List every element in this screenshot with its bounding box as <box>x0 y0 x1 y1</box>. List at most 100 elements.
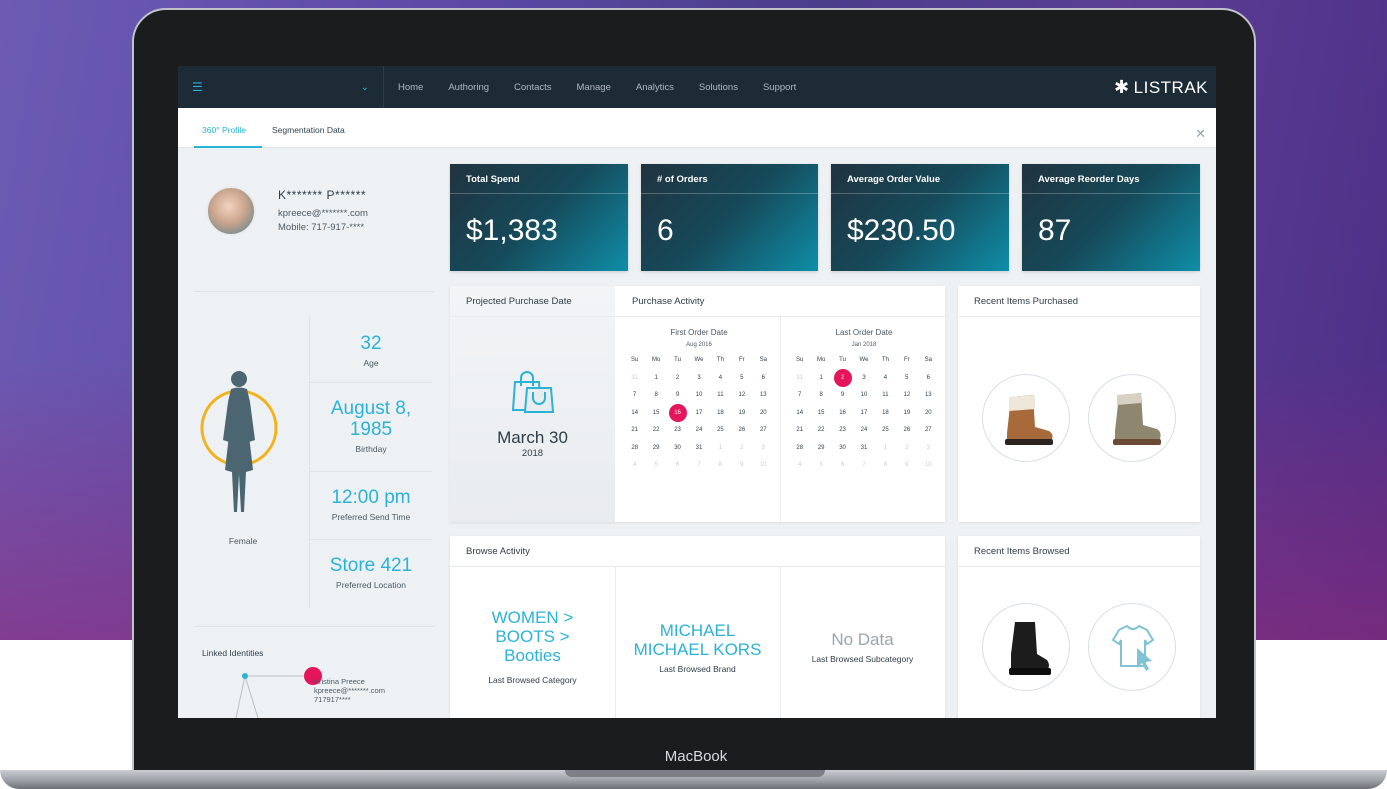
calendar-day[interactable]: 1 <box>810 374 831 383</box>
nav-authoring[interactable]: Authoring <box>448 82 489 93</box>
calendar-day[interactable]: 9 <box>896 461 917 470</box>
calendar-day[interactable]: 10 <box>918 461 939 470</box>
calendar-day[interactable]: 9 <box>731 461 752 470</box>
calendar-day[interactable]: 15 <box>810 409 831 418</box>
calendar-day[interactable]: 26 <box>731 426 752 435</box>
calendar-day[interactable]: 31 <box>624 374 645 383</box>
calendar-day[interactable]: 31 <box>853 444 874 453</box>
calendar-day[interactable]: 7 <box>688 461 709 470</box>
calendar-day[interactable]: 4 <box>710 374 731 383</box>
calendar-day[interactable]: 6 <box>753 374 774 383</box>
calendar-day[interactable]: 24 <box>853 426 874 435</box>
nav-contacts[interactable]: Contacts <box>514 82 552 93</box>
calendar-day[interactable]: 19 <box>731 409 752 418</box>
calendar-day[interactable]: 7 <box>624 391 645 400</box>
browsed-item[interactable] <box>1088 603 1176 691</box>
calendar-day[interactable]: 9 <box>667 391 688 400</box>
calendar-day[interactable]: 16 <box>832 409 853 418</box>
calendar-day[interactable]: 14 <box>789 409 810 418</box>
purchased-item[interactable] <box>1088 374 1176 462</box>
calendar-day[interactable]: 27 <box>918 426 939 435</box>
calendar-day[interactable]: 5 <box>810 461 831 470</box>
calendar-day[interactable]: 14 <box>624 409 645 418</box>
nav-support[interactable]: Support <box>763 82 796 93</box>
calendar-day[interactable]: 17 <box>853 409 874 418</box>
calendar-day[interactable]: 12 <box>731 391 752 400</box>
calendar-day[interactable]: 23 <box>832 426 853 435</box>
calendar-day[interactable]: 8 <box>875 461 896 470</box>
calendar-day[interactable]: 11 <box>875 391 896 400</box>
calendar-day[interactable]: 29 <box>810 444 831 453</box>
calendar-day[interactable]: 30 <box>832 444 853 453</box>
calendar-day[interactable]: 3 <box>918 444 939 453</box>
calendar-day[interactable]: 10 <box>753 461 774 470</box>
calendar-day[interactable]: 2 <box>667 374 688 383</box>
calendar-day[interactable]: 6 <box>832 461 853 470</box>
calendar-day[interactable]: 8 <box>710 461 731 470</box>
calendar-day[interactable]: 18 <box>875 409 896 418</box>
calendar-day[interactable]: 3 <box>753 444 774 453</box>
calendar-day[interactable]: 2 <box>896 444 917 453</box>
calendar-day[interactable]: 1 <box>875 444 896 453</box>
calendar-day[interactable]: 3 <box>853 374 874 383</box>
purchased-item[interactable] <box>982 374 1070 462</box>
calendar-day[interactable]: 30 <box>667 444 688 453</box>
nav-analytics[interactable]: Analytics <box>636 82 674 93</box>
chevron-down-icon[interactable]: ⌄ <box>361 82 369 93</box>
calendar-day[interactable]: 28 <box>624 444 645 453</box>
calendar-day[interactable]: 21 <box>789 426 810 435</box>
calendar-day[interactable]: 29 <box>645 444 666 453</box>
calendar-day[interactable]: 13 <box>918 391 939 400</box>
calendar-day[interactable]: 5 <box>731 374 752 383</box>
calendar-day[interactable]: 12 <box>896 391 917 400</box>
nav-home[interactable]: Home <box>398 82 423 93</box>
calendar-day[interactable]: 7 <box>789 391 810 400</box>
calendar-day[interactable]: 8 <box>810 391 831 400</box>
calendar-day[interactable]: 22 <box>645 426 666 435</box>
calendar-day[interactable]: 3 <box>688 374 709 383</box>
calendar-day[interactable]: 1 <box>710 444 731 453</box>
calendar-day[interactable]: 19 <box>896 409 917 418</box>
highlighted-date[interactable]: 16 <box>667 404 688 422</box>
linked-identity[interactable]: Kristina Preece kpreece@*******.com 7179… <box>314 677 385 704</box>
calendar-day[interactable]: 27 <box>753 426 774 435</box>
tab-segmentation-data[interactable]: Segmentation Data <box>272 125 345 135</box>
calendar-day[interactable]: 7 <box>853 461 874 470</box>
calendar-day[interactable]: 24 <box>688 426 709 435</box>
calendar-day[interactable]: 23 <box>667 426 688 435</box>
close-icon[interactable]: ✕ <box>1195 126 1206 142</box>
calendar-day[interactable]: 31 <box>789 374 810 383</box>
calendar-day[interactable]: 25 <box>875 426 896 435</box>
calendar-day[interactable]: 18 <box>710 409 731 418</box>
calendar-day[interactable]: 6 <box>918 374 939 383</box>
calendar-day[interactable]: 15 <box>645 409 666 418</box>
calendar-day[interactable]: 2 <box>731 444 752 453</box>
calendar-day[interactable]: 10 <box>853 391 874 400</box>
calendar-day[interactable]: 20 <box>753 409 774 418</box>
calendar-day[interactable]: 20 <box>918 409 939 418</box>
calendar-day[interactable]: 8 <box>645 391 666 400</box>
nav-manage[interactable]: Manage <box>577 82 611 93</box>
menu-toggle[interactable]: ☰ ⌄ <box>178 66 384 108</box>
calendar-day[interactable]: 4 <box>789 461 810 470</box>
calendar-day[interactable]: 5 <box>896 374 917 383</box>
calendar-day[interactable]: 10 <box>688 391 709 400</box>
calendar-day[interactable]: 4 <box>624 461 645 470</box>
calendar-day[interactable]: 31 <box>688 444 709 453</box>
browsed-item[interactable] <box>982 603 1070 691</box>
calendar-day[interactable]: 13 <box>753 391 774 400</box>
calendar-day[interactable]: 17 <box>688 409 709 418</box>
calendar-day[interactable]: 4 <box>875 374 896 383</box>
highlighted-date[interactable]: 2 <box>832 369 853 387</box>
brand-logo[interactable]: ✱ LISTRAK <box>1114 77 1208 98</box>
nav-solutions[interactable]: Solutions <box>699 82 738 93</box>
calendar-day[interactable]: 11 <box>710 391 731 400</box>
calendar-day[interactable]: 1 <box>645 374 666 383</box>
tab-360-profile[interactable]: 360° Profile <box>202 125 246 135</box>
calendar-day[interactable]: 6 <box>667 461 688 470</box>
hamburger-icon[interactable]: ☰ <box>192 80 203 94</box>
calendar-day[interactable]: 28 <box>789 444 810 453</box>
calendar-day[interactable]: 9 <box>832 391 853 400</box>
calendar-day[interactable]: 21 <box>624 426 645 435</box>
calendar-day[interactable]: 5 <box>645 461 666 470</box>
